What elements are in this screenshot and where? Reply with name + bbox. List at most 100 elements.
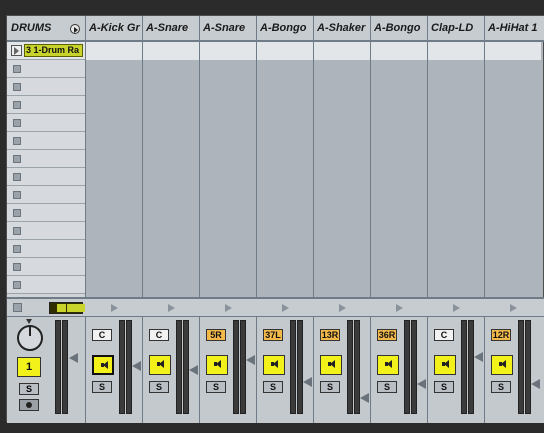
fold-toggle-icon[interactable] bbox=[70, 24, 80, 34]
clip[interactable]: 3 1-Drum Ra bbox=[24, 44, 83, 57]
track-activator[interactable] bbox=[491, 355, 513, 375]
pan-value[interactable]: 12R bbox=[491, 329, 511, 341]
clip-stop-icon[interactable] bbox=[13, 137, 21, 145]
play-arrow-icon[interactable] bbox=[168, 304, 175, 312]
track-activator[interactable] bbox=[320, 355, 342, 375]
clip-slot[interactable] bbox=[7, 276, 85, 294]
clip-stop-icon[interactable] bbox=[13, 263, 21, 271]
clip-slot[interactable] bbox=[7, 96, 85, 114]
clip-slot[interactable] bbox=[200, 42, 256, 60]
solo-button[interactable]: S bbox=[263, 381, 283, 393]
solo-button[interactable]: S bbox=[320, 381, 340, 393]
solo-button[interactable]: S bbox=[491, 381, 511, 393]
track-activator[interactable]: 1 bbox=[17, 357, 41, 377]
clip-slot[interactable] bbox=[7, 240, 85, 258]
clip-slot[interactable] bbox=[7, 222, 85, 240]
volume-slider-icon[interactable] bbox=[474, 352, 483, 362]
group-title[interactable]: DRUMS bbox=[11, 22, 51, 34]
pan-value[interactable]: 13R bbox=[320, 329, 340, 341]
clip-slot[interactable] bbox=[485, 42, 541, 60]
clip-slot[interactable]: 3 1-Drum Ra bbox=[7, 42, 85, 60]
track-clip-column[interactable] bbox=[313, 42, 370, 297]
pan-value[interactable]: C bbox=[92, 329, 112, 341]
volume-slider-icon[interactable] bbox=[132, 361, 141, 371]
track-activator[interactable] bbox=[206, 355, 228, 375]
track-header[interactable]: A-Bongo bbox=[370, 16, 427, 40]
volume-slider-icon[interactable] bbox=[531, 379, 540, 389]
clip-slot[interactable] bbox=[7, 168, 85, 186]
clip-slot[interactable] bbox=[7, 114, 85, 132]
clip-slot[interactable] bbox=[86, 42, 142, 60]
clip-slot[interactable] bbox=[7, 60, 85, 78]
play-arrow-icon[interactable] bbox=[111, 304, 118, 312]
pan-value[interactable]: 5R bbox=[206, 329, 226, 341]
track-clip-column[interactable] bbox=[427, 42, 484, 297]
clip-launch-icon[interactable] bbox=[11, 45, 22, 56]
clip-slot[interactable] bbox=[7, 150, 85, 168]
track-header[interactable]: A-Kick Gr bbox=[85, 16, 142, 40]
clip-slot[interactable] bbox=[7, 132, 85, 150]
solo-button[interactable]: S bbox=[92, 381, 112, 393]
clip-stop-icon[interactable] bbox=[13, 155, 21, 163]
pan-value[interactable]: 37L bbox=[263, 329, 283, 341]
clip-stop-icon[interactable] bbox=[13, 227, 21, 235]
play-arrow-icon[interactable] bbox=[510, 304, 517, 312]
track-clip-column[interactable] bbox=[142, 42, 199, 297]
track-header[interactable]: A-HiHat 1 bbox=[484, 16, 541, 40]
track-activator[interactable] bbox=[377, 355, 399, 375]
clip-stop-icon[interactable] bbox=[13, 281, 21, 289]
pan-knob[interactable] bbox=[17, 325, 43, 351]
volume-slider-icon[interactable] bbox=[69, 353, 78, 363]
clip-stop-icon[interactable] bbox=[13, 119, 21, 127]
stop-all-clips-icon[interactable] bbox=[13, 303, 22, 312]
clip-slot[interactable] bbox=[428, 42, 484, 60]
track-header[interactable]: A-Shaker bbox=[313, 16, 370, 40]
pan-value[interactable]: C bbox=[149, 329, 169, 341]
clip-stop-icon[interactable] bbox=[13, 245, 21, 253]
clip-slot[interactable] bbox=[7, 258, 85, 276]
play-arrow-icon[interactable] bbox=[453, 304, 460, 312]
pan-value[interactable]: 36R bbox=[377, 329, 397, 341]
volume-slider-icon[interactable] bbox=[189, 365, 198, 375]
track-clip-column[interactable] bbox=[256, 42, 313, 297]
track-clip-column[interactable] bbox=[199, 42, 256, 297]
clip-slot[interactable] bbox=[257, 42, 313, 60]
track-activator[interactable] bbox=[92, 355, 114, 375]
clip-slot[interactable] bbox=[314, 42, 370, 60]
clip-stop-icon[interactable] bbox=[13, 101, 21, 109]
track-activator[interactable] bbox=[149, 355, 171, 375]
play-arrow-icon[interactable] bbox=[282, 304, 289, 312]
clip-slot[interactable] bbox=[7, 186, 85, 204]
volume-slider-icon[interactable] bbox=[303, 377, 312, 387]
solo-button[interactable]: S bbox=[206, 381, 226, 393]
track-header[interactable]: Clap-LD bbox=[427, 16, 484, 40]
volume-slider-icon[interactable] bbox=[417, 379, 426, 389]
clip-stop-icon[interactable] bbox=[13, 83, 21, 91]
solo-button[interactable]: S bbox=[149, 381, 169, 393]
play-arrow-icon[interactable] bbox=[396, 304, 403, 312]
track-activator[interactable] bbox=[263, 355, 285, 375]
clip-stop-icon[interactable] bbox=[13, 191, 21, 199]
track-header[interactable]: A-Snare bbox=[142, 16, 199, 40]
track-clip-column[interactable] bbox=[484, 42, 541, 297]
volume-slider-icon[interactable] bbox=[246, 355, 255, 365]
pan-value[interactable]: C bbox=[434, 329, 454, 341]
track-clip-column[interactable] bbox=[370, 42, 427, 297]
clip-slot[interactable] bbox=[7, 78, 85, 96]
solo-button[interactable]: S bbox=[434, 381, 454, 393]
clip-stop-icon[interactable] bbox=[13, 173, 21, 181]
clip-slot[interactable] bbox=[371, 42, 427, 60]
track-clip-column[interactable] bbox=[85, 42, 142, 297]
arm-icon[interactable] bbox=[19, 399, 39, 411]
solo-button[interactable]: S bbox=[377, 381, 397, 393]
solo-button[interactable]: S bbox=[19, 383, 39, 395]
volume-slider-icon[interactable] bbox=[360, 393, 369, 403]
clip-slot[interactable] bbox=[7, 204, 85, 222]
play-arrow-icon[interactable] bbox=[225, 304, 232, 312]
clip-stop-icon[interactable] bbox=[13, 209, 21, 217]
clip-slot[interactable] bbox=[143, 42, 199, 60]
track-header[interactable]: A-Bongo bbox=[256, 16, 313, 40]
clip-stop-icon[interactable] bbox=[13, 65, 21, 73]
play-arrow-icon[interactable] bbox=[339, 304, 346, 312]
track-activator[interactable] bbox=[434, 355, 456, 375]
